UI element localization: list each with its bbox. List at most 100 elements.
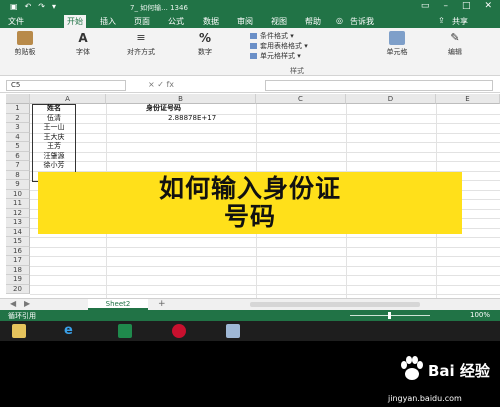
row-header[interactable]: 20 [6,284,30,294]
cell-b1[interactable]: 身份证号码 [146,104,181,113]
sheet-nav-next-icon[interactable]: ▶ [24,299,30,308]
row-header[interactable]: 19 [6,275,30,285]
cell-a3[interactable]: 王一山 [34,123,74,132]
conditional-format-button[interactable]: 条件格式 ▾ [250,31,308,41]
cell-a2[interactable]: 伍清 [34,114,74,123]
ribbon-tabs: 文件 开始 插入 页面 公式 数据 审阅 视图 帮助 ◎ 告诉我 ⇪ 共享 [0,14,500,28]
record-app-icon[interactable] [172,324,186,338]
column-header-e[interactable]: E [436,94,500,104]
row-header[interactable]: 10 [6,189,30,199]
grid-line [30,132,500,134]
banner-line-1: 如何输入身份证 [158,174,341,203]
row-header[interactable]: 5 [6,142,30,152]
tab-page-layout[interactable]: 页面 [134,16,150,27]
cell-a4[interactable]: 王大庆 [34,133,74,142]
cell-a1[interactable]: 姓名 [34,104,74,113]
file-explorer-icon[interactable] [12,324,26,338]
excel-app-icon[interactable] [118,324,132,338]
tab-data[interactable]: 数据 [203,16,219,27]
tab-file[interactable]: 文件 [8,16,24,27]
maximize-icon[interactable]: □ [462,1,471,11]
column-header-d[interactable]: D [346,94,436,104]
cell-a6[interactable]: 汪肇源 [34,152,74,161]
row-header[interactable]: 9 [6,180,30,190]
align-icon: ≡ [136,31,146,44]
formula-input[interactable] [265,80,493,91]
font-label: 字体 [76,48,90,56]
row-header[interactable]: 2 [6,113,30,123]
grid-line [30,284,500,286]
cells-label: 单元格 [386,48,408,56]
add-sheet-button[interactable]: + [158,299,166,309]
tab-view[interactable]: 视图 [271,16,287,27]
row-header[interactable]: 6 [6,151,30,161]
formula-buttons[interactable]: × ✓ fx [148,80,174,89]
clipboard-group[interactable]: 剪贴板 [8,31,42,57]
column-header-c[interactable]: C [256,94,346,104]
styles-label: 样式 [290,67,304,75]
share-button[interactable]: 共享 [452,16,468,27]
row-header[interactable]: 7 [6,161,30,171]
horizontal-scrollbar[interactable] [250,302,420,307]
close-icon[interactable]: ✕ [484,1,492,11]
cell-a7[interactable]: 徐小芳 [34,161,74,170]
name-box[interactable]: C5 [6,80,126,91]
minimize-icon[interactable]: – [443,1,448,11]
app-window-icon[interactable] [226,324,240,338]
row-header[interactable]: 8 [6,170,30,180]
formula-bar: C5 × ✓ fx [0,78,500,93]
cell-b2[interactable]: 2.88878E+17 [168,114,216,123]
save-icon[interactable]: ▣ [10,2,18,11]
cell-styles-icon [250,53,257,59]
clipboard-label: 剪贴板 [14,48,36,56]
percent-icon: % [198,31,212,45]
share-icon[interactable]: ⇪ [438,16,445,25]
cell-a5[interactable]: 王芳 [34,142,74,151]
zoom-level[interactable]: 100% [470,311,490,319]
tab-help[interactable]: 帮助 [305,16,321,27]
ribbon: 剪贴板 A 字体 ≡ 对齐方式 % 数字 条件格式 ▾ 套用表格格式 ▾ 单元格… [0,28,500,76]
format-as-table-button[interactable]: 套用表格格式 ▾ [250,41,308,51]
sheet-tab-sheet2[interactable]: Sheet2 [88,299,148,310]
row-header[interactable]: 11 [6,199,30,209]
document-title: 7_ 如何输... 1346 [130,4,188,12]
number-group[interactable]: % 数字 [190,31,220,57]
row-header[interactable]: 18 [6,265,30,275]
redo-icon[interactable]: ↷ [38,2,45,11]
edge-browser-icon[interactable]: e [64,324,78,338]
row-header[interactable]: 13 [6,218,30,228]
column-header-a[interactable]: A [30,94,106,104]
alignment-group[interactable]: ≡ 对齐方式 [118,31,164,57]
cell-styles-button[interactable]: 单元格样式 ▾ [250,51,308,61]
tab-review[interactable]: 审阅 [237,16,253,27]
cells-group[interactable]: 单元格 [380,31,414,57]
row-header[interactable]: 17 [6,256,30,266]
select-all-corner[interactable] [6,94,30,104]
row-header[interactable]: 14 [6,227,30,237]
customize-icon[interactable]: ▾ [52,2,56,11]
row-header[interactable]: 1 [6,104,30,114]
undo-icon[interactable]: ↶ [25,2,32,11]
row-header[interactable]: 4 [6,132,30,142]
table-format-icon [250,43,257,49]
window-controls: ▭ – □ ✕ [421,1,492,11]
grid-line [30,142,500,143]
font-group[interactable]: A 字体 [68,31,98,57]
alignment-label: 对齐方式 [127,48,155,56]
grid-line [30,123,500,124]
tell-me-search[interactable]: 告诉我 [350,16,374,27]
row-header[interactable]: 16 [6,246,30,256]
tab-insert[interactable]: 插入 [100,16,116,27]
row-header[interactable]: 15 [6,237,30,247]
row-header[interactable]: 3 [6,123,30,133]
editing-group[interactable]: ✎ 编辑 [440,31,470,57]
grid-line [30,151,500,153]
sheet-nav-prev-icon[interactable]: ◀ [10,299,16,308]
ribbon-display-icon[interactable]: ▭ [421,1,430,11]
row-header[interactable]: 12 [6,208,30,218]
tab-home[interactable]: 开始 [64,15,86,28]
column-header-b[interactable]: B [106,94,256,104]
zoom-slider-handle[interactable] [388,312,391,319]
grid-line [30,294,500,295]
tab-formulas[interactable]: 公式 [168,16,184,27]
